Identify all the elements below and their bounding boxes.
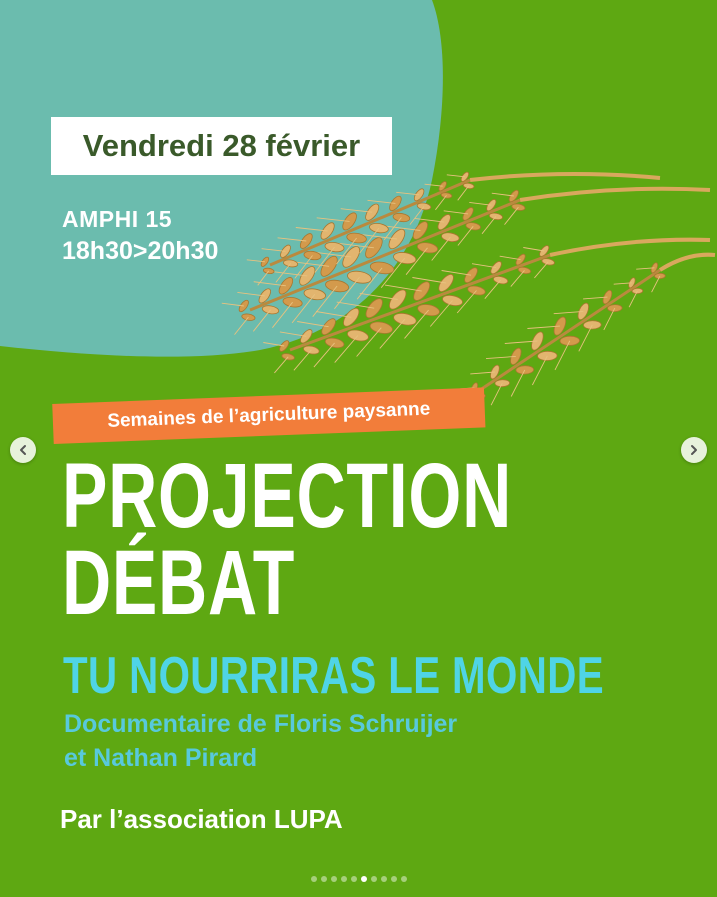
- credits-line-1: Documentaire de Floris Schruijer: [64, 710, 458, 738]
- venue-room: AMPHI 15: [62, 206, 173, 232]
- headline-debat: DÉBAT: [62, 532, 296, 634]
- credits-line-2: et Nathan Pirard: [64, 744, 258, 772]
- carousel-next-button[interactable]: [681, 437, 707, 463]
- pagination-dot[interactable]: [310, 876, 317, 882]
- pagination-dot[interactable]: [380, 876, 387, 882]
- event-time: 18h30>20h30: [62, 237, 219, 265]
- carousel-prev-button[interactable]: [10, 437, 36, 463]
- wheat-image: [221, 171, 716, 413]
- film-title: TU NOURRIRAS LE MONDE: [63, 647, 604, 705]
- poster-slide: Vendredi 28 février AMPHI 15 18h30>20h30…: [0, 0, 717, 897]
- pagination-dot[interactable]: [400, 876, 407, 882]
- venue-info: AMPHI 15 18h30>20h30: [62, 203, 218, 267]
- pagination-dot[interactable]: [340, 876, 347, 882]
- chevron-right-icon: [691, 445, 697, 455]
- pagination-dot[interactable]: [360, 876, 367, 882]
- organizer: Par l’association LUPA: [60, 804, 343, 834]
- pagination-dot[interactable]: [350, 876, 357, 882]
- pagination-dot[interactable]: [390, 876, 397, 882]
- chevron-left-icon: [20, 445, 26, 455]
- headline-projection: PROJECTION: [62, 445, 512, 547]
- pagination-dot[interactable]: [320, 876, 327, 882]
- pagination-dot[interactable]: [370, 876, 377, 882]
- carousel-pagination: [0, 876, 717, 882]
- pagination-dot[interactable]: [330, 876, 337, 882]
- documentary-credits: Documentaire de Floris Schruijer et Nath…: [64, 707, 457, 775]
